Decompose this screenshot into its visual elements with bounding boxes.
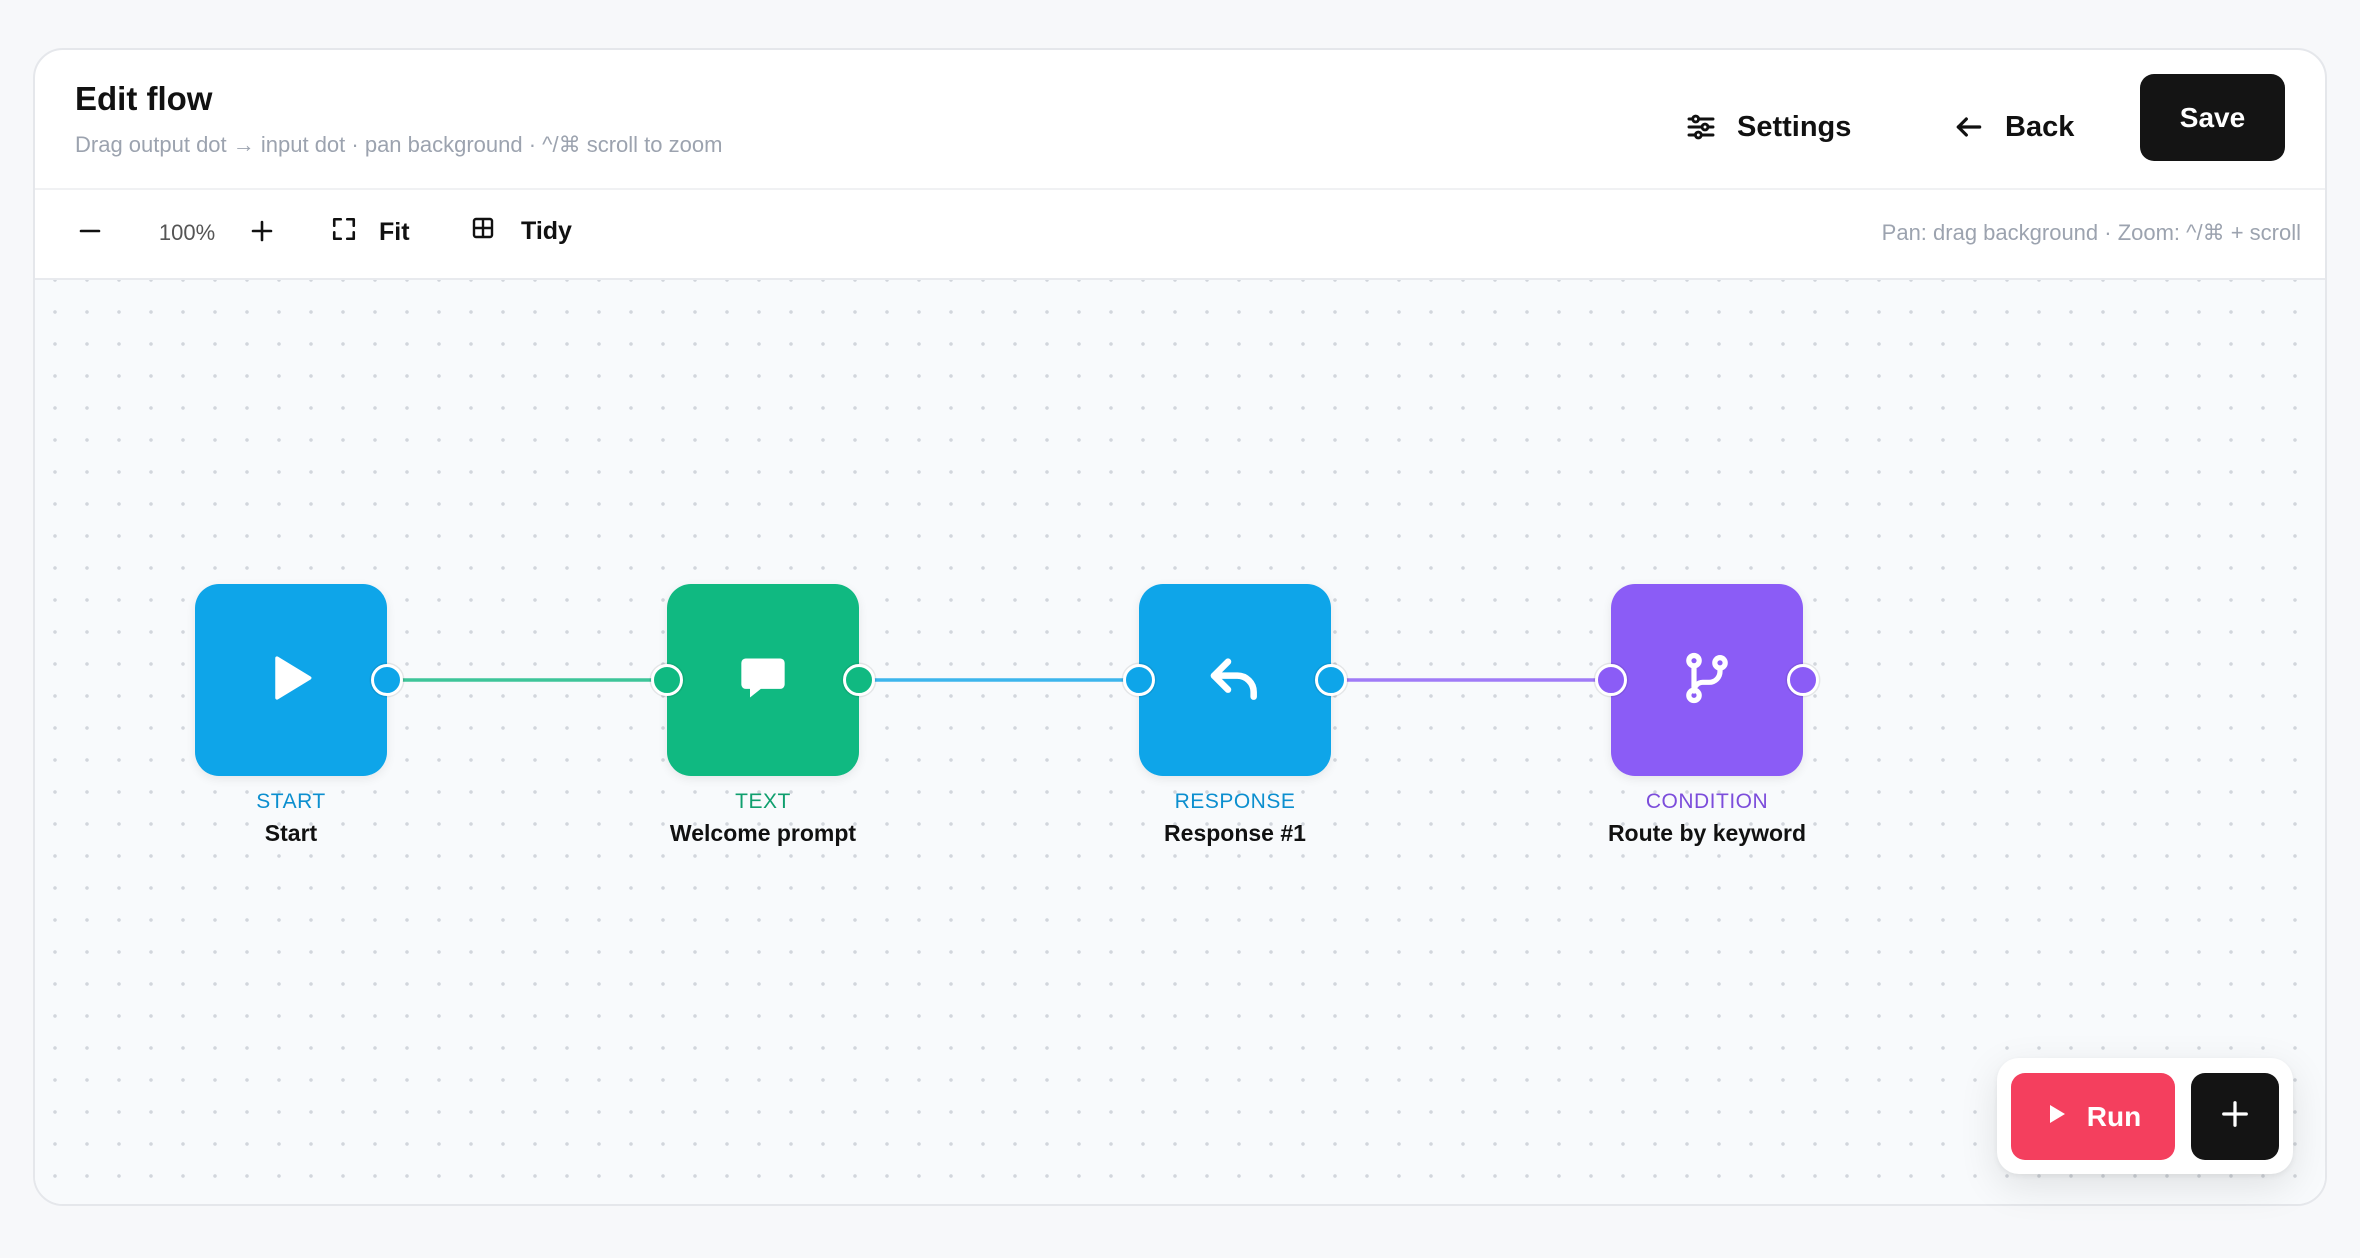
page-title: Edit flow: [75, 80, 213, 117]
node-type: CONDITION: [1645, 790, 1769, 813]
branch-icon: [1681, 652, 1733, 709]
node-type: START: [256, 790, 326, 813]
zoom-level: 100%: [158, 220, 216, 245]
node-name: Response #1: [1164, 820, 1306, 846]
node-type: RESPONSE: [1174, 790, 1296, 813]
settings-label: Settings: [1737, 110, 1852, 143]
flow-editor-card: Edit flow Drag output dot → input dot · …: [33, 48, 2327, 1206]
input-port[interactable]: [651, 664, 683, 696]
node-type: TEXT: [735, 790, 791, 813]
node-start[interactable]: [195, 584, 403, 776]
arrow-left-icon: [1953, 111, 1985, 143]
play-icon: [2045, 1101, 2069, 1133]
output-port[interactable]: [843, 664, 875, 696]
fit-button[interactable]: Fit: [331, 216, 410, 249]
node-name: Welcome prompt: [669, 820, 857, 846]
settings-button[interactable]: Settings: [1685, 100, 1851, 154]
plus-icon: [250, 219, 274, 248]
back-button[interactable]: Back: [1953, 100, 2074, 154]
add-node-button[interactable]: [2191, 1073, 2279, 1160]
save-button[interactable]: Save: [2140, 74, 2285, 161]
node-response-1[interactable]: [1123, 584, 1347, 776]
output-port[interactable]: [1787, 664, 1819, 696]
floating-action-bar: Run: [1997, 1058, 2293, 1174]
node-label: START Start: [131, 790, 451, 847]
node-welcome-prompt[interactable]: [651, 584, 875, 776]
node-label: RESPONSE Response #1: [1075, 790, 1395, 847]
output-port[interactable]: [1315, 664, 1347, 696]
run-button[interactable]: Run: [2011, 1073, 2175, 1160]
input-port[interactable]: [1123, 664, 1155, 696]
back-label: Back: [2005, 110, 2075, 143]
output-port[interactable]: [371, 664, 403, 696]
chat-bubble-icon: [737, 652, 789, 709]
canvas-toolbar: 100% Fit Tidy Pan: drag background · Zoo…: [35, 188, 2325, 280]
node-label: CONDITION Route by keyword: [1547, 790, 1867, 847]
flow-canvas[interactable]: START Start TEXT Welcome prompt RESPONSE…: [35, 280, 2325, 1204]
reply-icon: [1207, 650, 1263, 711]
sliders-icon: [1685, 111, 1717, 143]
node-name: Start: [264, 820, 318, 846]
page-subtitle: Drag output dot → input dot · pan backgr…: [75, 132, 723, 157]
grid-icon: [471, 216, 495, 247]
zoom-out-button[interactable]: [75, 218, 105, 248]
node-route-by-keyword[interactable]: [1595, 584, 1819, 776]
header: Edit flow Drag output dot → input dot · …: [35, 50, 2325, 190]
expand-icon: [331, 216, 357, 249]
node-name: Route by keyword: [1607, 820, 1807, 846]
canvas-hint: Pan: drag background · Zoom: ^/⌘ + scrol…: [1881, 220, 2301, 245]
play-icon: [263, 650, 319, 711]
minus-icon: [78, 219, 102, 248]
fit-label: Fit: [379, 218, 410, 246]
node-label: TEXT Welcome prompt: [603, 790, 923, 847]
tidy-button[interactable]: Tidy: [471, 216, 572, 247]
plus-icon: [2220, 1099, 2250, 1134]
tidy-label: Tidy: [521, 217, 572, 245]
input-port[interactable]: [1595, 664, 1627, 696]
run-label: Run: [2086, 1100, 2142, 1132]
zoom-in-button[interactable]: [247, 218, 277, 248]
